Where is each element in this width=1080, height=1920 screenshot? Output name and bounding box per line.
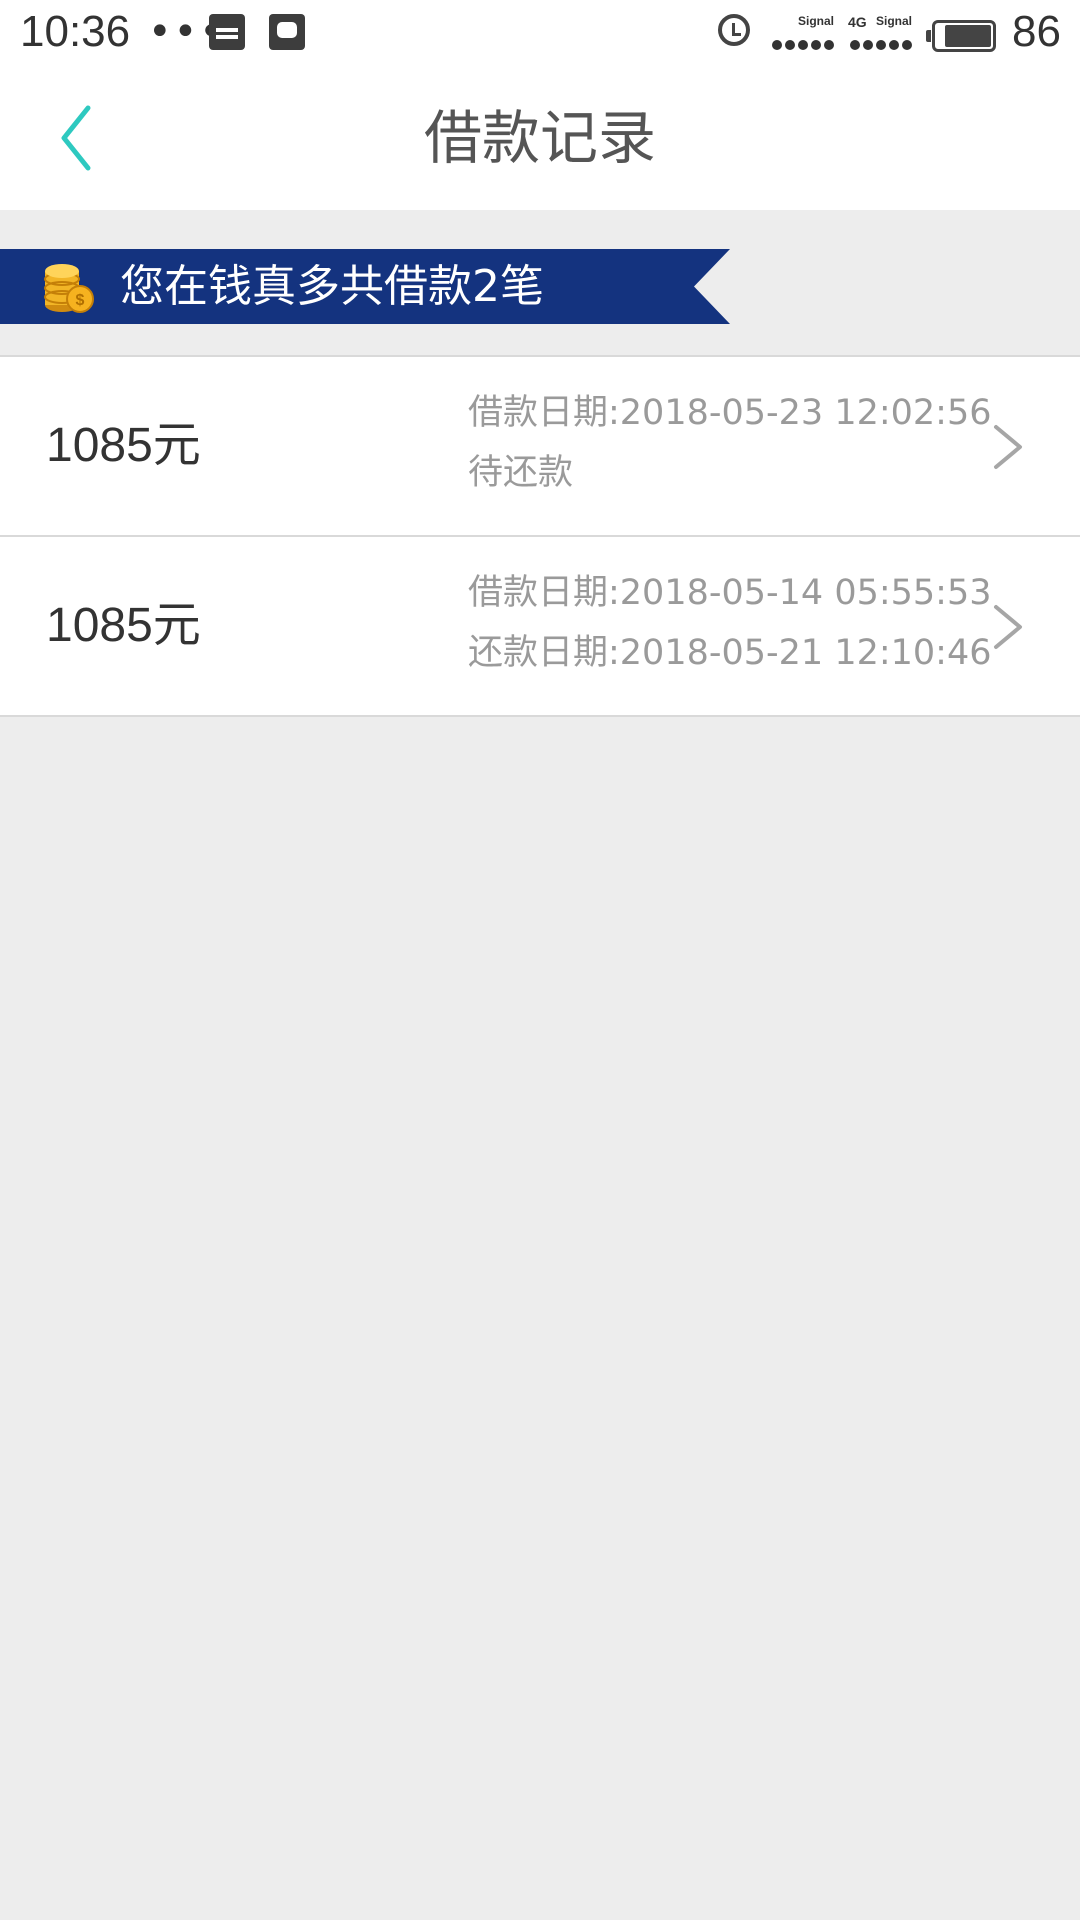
signal-label: Signal (875, 14, 912, 28)
network-type: 4G (848, 14, 867, 30)
loan-date: 借款日期:2018-05-14 05:55:53 (468, 573, 992, 613)
battery-fill (945, 25, 991, 47)
status-time: 10:36 (20, 7, 131, 56)
page-title: 借款记录 (423, 104, 656, 172)
signal-strength-4g-icon: 4G Signal (848, 14, 914, 54)
loan-amount: 1085元 (46, 419, 201, 472)
coins-icon: $ (44, 264, 94, 313)
loan-record-list: 1085元 借款日期:2018-05-23 12:02:56 待还款 1085元… (0, 355, 1080, 717)
chevron-right-icon (994, 425, 1022, 469)
loan-amount: 1085元 (46, 599, 201, 652)
summary-banner: $ 您在钱真多共借款2笔 (0, 249, 730, 324)
loan-record-row[interactable]: 1085元 借款日期:2018-05-14 05:55:53 还款日期:2018… (0, 537, 1080, 717)
repayment-status: 待还款 (468, 453, 574, 493)
signal-strength-icon: Signal (770, 14, 836, 54)
loan-date: 借款日期:2018-05-23 12:02:56 (468, 393, 992, 433)
chevron-right-icon (994, 605, 1022, 649)
svg-text:$: $ (76, 292, 85, 309)
banner-text: 您在钱真多共借款2笔 (120, 261, 544, 312)
battery-icon (926, 20, 996, 52)
loan-record-row[interactable]: 1085元 借款日期:2018-05-23 12:02:56 待还款 (0, 357, 1080, 537)
battery-level: 86 (1012, 7, 1061, 56)
chat-app-icon (269, 14, 305, 50)
alarm-icon (718, 14, 750, 46)
back-button[interactable] (44, 98, 124, 178)
chevron-left-icon (61, 105, 91, 171)
repayment-date: 还款日期:2018-05-21 12:10:46 (468, 633, 992, 673)
header: 借款记录 (0, 66, 1080, 210)
signal-label: Signal (797, 14, 834, 28)
status-bar: 10:36 ••• Signal 4G Signal 86 (0, 0, 1080, 66)
notification-app-icon (209, 14, 245, 50)
